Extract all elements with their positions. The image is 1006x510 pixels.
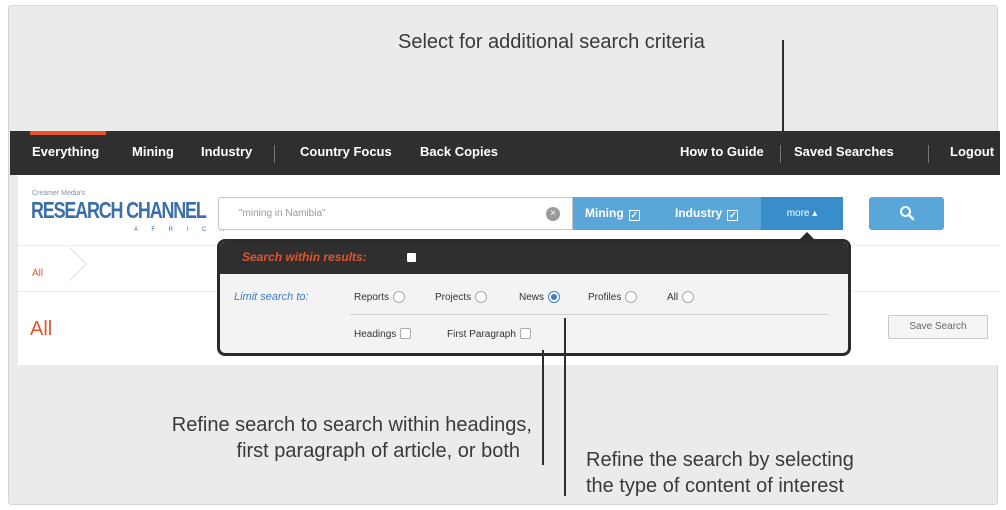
logo-tagline: Creamer Media's [32,190,86,197]
filter-mining-label: Mining [585,206,624,220]
type-option-reports[interactable]: Reports [354,291,406,303]
options-divider [350,314,828,315]
logo-region: A F R I C A [134,227,230,233]
annotation-line-type [564,318,566,496]
type-option-label: Projects [435,292,472,303]
annotation-right-line2: the type of content of interest [586,475,844,497]
close-circle-icon[interactable]: × [546,207,560,221]
save-search-button[interactable]: Save Search [888,315,988,339]
type-option-label: Profiles [588,292,622,303]
annotation-line-scope [542,350,544,465]
nav-country-focus[interactable]: Country Focus [300,131,392,175]
search-within-checkbox[interactable] [407,253,416,262]
scope-option-label: First Paragraph [447,329,516,340]
nav-back-copies[interactable]: Back Copies [420,131,498,175]
checkbox-checked-icon[interactable]: ✓ [727,210,739,221]
type-option-news[interactable]: News [519,291,561,303]
limit-search-label: Limit search to: [234,291,309,303]
scope-option-headings[interactable]: Headings [354,328,412,340]
search-box: × [218,197,573,230]
type-option-label: All [667,292,679,303]
radio-all[interactable] [682,291,695,303]
annotation-top: Select for additional search criteria [398,31,705,53]
radio-news[interactable] [548,291,561,303]
breadcrumb-item-all[interactable]: All [32,268,43,279]
nav-everything[interactable]: Everything [32,131,99,175]
type-option-profiles[interactable]: Profiles [588,291,638,303]
scope-option-first-paragraph[interactable]: First Paragraph [447,328,531,340]
type-option-all[interactable]: All [667,291,695,303]
nav-divider [274,145,275,163]
checkbox-first-paragraph[interactable] [519,328,531,339]
filter-mining[interactable]: Mining ✓ [573,197,663,230]
type-option-label: Reports [354,292,390,303]
nav-mining[interactable]: Mining [132,131,174,175]
logo-wordmark[interactable]: RESEARCH CHANNEL [31,197,207,224]
more-options-dropdown: Search within results: Limit search to: … [217,239,851,356]
page-title: All [30,318,53,340]
search-icon [900,206,915,221]
radio-projects[interactable] [475,291,488,303]
nav-industry[interactable]: Industry [201,131,252,175]
scope-option-label: Headings [354,329,397,340]
top-nav: Everything Mining Industry Country Focus… [10,131,1000,175]
search-input[interactable] [239,208,529,219]
nav-how-to-guide[interactable]: How to Guide [680,131,764,175]
nav-saved-searches[interactable]: Saved Searches [794,131,894,175]
nav-divider [928,145,929,163]
search-within-header: Search within results: [220,242,848,274]
search-button[interactable] [869,197,944,230]
annotation-left-line1: Refine search to search within headings, [171,414,532,436]
more-button[interactable]: more ▴ [761,197,843,230]
radio-reports[interactable] [393,291,406,303]
checkbox-checked-icon[interactable]: ✓ [628,210,640,221]
type-option-projects[interactable]: Projects [435,291,488,303]
radio-profiles[interactable] [625,291,638,303]
search-within-label: Search within results: [242,250,367,264]
checkbox-headings[interactable] [400,328,412,339]
annotation-left-line2: first paragraph of article, or both [236,440,520,462]
filter-industry[interactable]: Industry ✓ [663,197,761,230]
filter-industry-label: Industry [675,206,723,220]
nav-logout[interactable]: Logout [950,131,994,175]
annotation-right-line1: Refine the search by selecting [586,449,854,471]
nav-divider [780,145,781,163]
type-option-label: News [519,292,545,303]
